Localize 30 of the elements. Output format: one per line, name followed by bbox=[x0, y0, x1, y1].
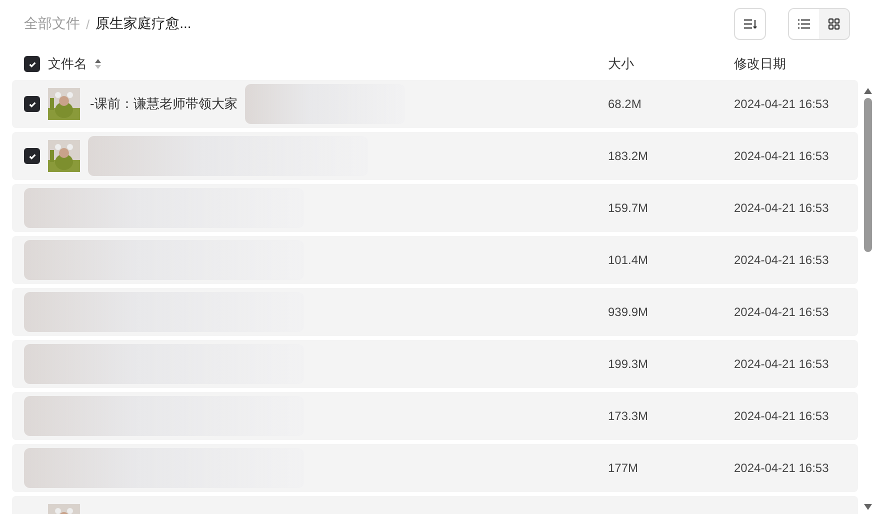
file-row[interactable]: 177M 2024-04-21 16:53 bbox=[12, 444, 858, 492]
file-size: 159.7M bbox=[608, 201, 650, 215]
file-size: 939.9M bbox=[608, 305, 650, 319]
file-row[interactable]: 101.4M 2024-04-21 16:53 bbox=[12, 236, 858, 284]
file-size: 177M bbox=[608, 461, 640, 475]
modified-date: 2024-04-21 16:53 bbox=[734, 409, 829, 423]
modified-date: 2024-04-21 16:53 bbox=[734, 97, 829, 111]
file-size: 199.3M bbox=[608, 357, 650, 371]
file-size: 101.4M bbox=[608, 253, 650, 267]
file-size: 173.3M bbox=[608, 409, 650, 423]
modified-date: 2024-04-21 16:53 bbox=[734, 461, 829, 475]
file-row[interactable]: 173.3M 2024-04-21 16:53 bbox=[12, 392, 858, 440]
breadcrumb-separator: / bbox=[86, 16, 90, 32]
size-column-header: 大小 bbox=[608, 55, 635, 73]
file-row[interactable]: -课前：谦慧老师带领大家 68.2M 2024-04-21 16:53 bbox=[12, 80, 858, 128]
modified-date: 2024-04-21 16:53 bbox=[734, 149, 829, 163]
modified-date: 2024-04-21 16:53 bbox=[734, 253, 829, 267]
file-row[interactable]: 939.9M 2024-04-21 16:53 bbox=[12, 288, 858, 336]
file-size: 68.2M bbox=[608, 97, 642, 111]
date-column-header: 修改日期 bbox=[734, 55, 786, 73]
modified-date: 2024-04-21 16:53 bbox=[734, 305, 829, 319]
name-column-header[interactable]: 文件名 bbox=[48, 55, 87, 73]
file-row[interactable]: 183.2M 2024-04-21 16:53 bbox=[12, 132, 858, 180]
file-name: -课前：谦慧老师带领大家 bbox=[90, 95, 238, 113]
breadcrumb-item[interactable]: 原生家庭疗愈... bbox=[96, 15, 192, 33]
modified-date: 2024-04-21 16:53 bbox=[734, 357, 829, 371]
modified-date: 2024-04-21 16:53 bbox=[734, 201, 829, 215]
file-row[interactable]: 159.7M 2024-04-21 16:53 bbox=[12, 184, 858, 232]
file-row[interactable]: 199.3M 2024-04-21 16:53 bbox=[12, 340, 858, 388]
file-size: 183.2M bbox=[608, 149, 650, 163]
